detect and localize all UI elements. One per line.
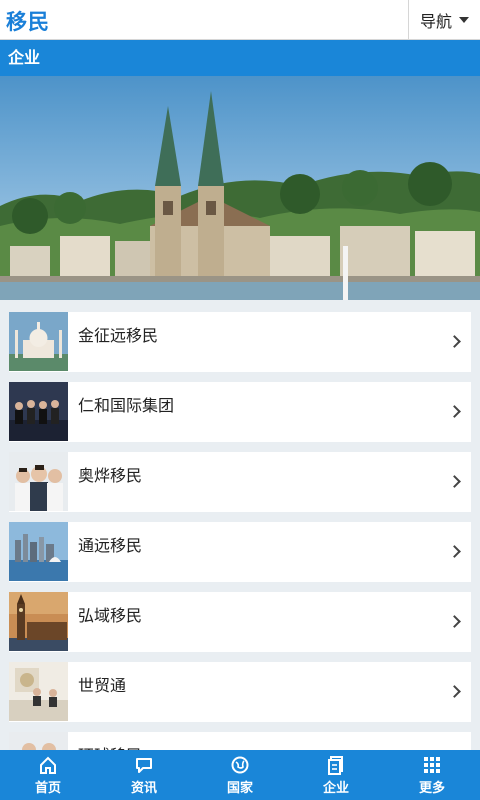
- list-item[interactable]: 环球移民: [9, 732, 471, 750]
- home-icon: [40, 756, 56, 774]
- item-title: 仁和国际集团: [78, 396, 175, 415]
- item-thumbnail: [9, 452, 68, 511]
- item-thumbnail: [9, 522, 68, 581]
- tab-document[interactable]: 企业: [288, 750, 384, 800]
- company-list: 金征远移民仁和国际集团奥烨移民通远移民弘域移民世贸通环球移民: [0, 300, 480, 750]
- item-thumbnail: [9, 732, 68, 750]
- item-thumbnail: [9, 662, 68, 721]
- item-thumbnail: [9, 312, 68, 371]
- tab-home[interactable]: 首页: [0, 750, 96, 800]
- chevron-right-icon: [448, 475, 461, 488]
- item-title: 金征远移民: [78, 326, 159, 345]
- banner-church-scene: [0, 76, 480, 300]
- chevron-right-icon: [448, 615, 461, 628]
- tab-label: 更多: [418, 780, 445, 796]
- tab-label: 国家: [226, 780, 253, 796]
- list-item[interactable]: 通远移民: [9, 522, 471, 582]
- item-thumbnail: [9, 592, 68, 651]
- list-item[interactable]: 金征远移民: [9, 312, 471, 372]
- bottom-tab-bar: 首页 资讯 国家 企业 更多: [0, 750, 480, 800]
- chevron-right-icon: [448, 405, 461, 418]
- tab-label: 资讯: [130, 780, 157, 796]
- tab-globe[interactable]: 国家: [192, 750, 288, 800]
- chevron-right-icon: [448, 685, 461, 698]
- list-item[interactable]: 世贸通: [9, 662, 471, 722]
- tab-label: 企业: [322, 780, 349, 796]
- section-title: 企业: [8, 48, 41, 67]
- banner-image[interactable]: [0, 76, 480, 300]
- item-title: 环球移民: [78, 742, 142, 750]
- item-title: 通远移民: [78, 536, 143, 555]
- nav-menu-button[interactable]: 导航: [408, 0, 480, 40]
- document-icon: [328, 755, 343, 775]
- list-item[interactable]: 奥烨移民: [9, 452, 471, 512]
- chevron-right-icon: [448, 335, 461, 348]
- tab-chat-bubble[interactable]: 资讯: [96, 750, 192, 800]
- section-title-bar: 企业: [0, 40, 480, 76]
- chat-bubble-icon: [136, 757, 152, 773]
- item-title: 弘域移民: [78, 606, 143, 625]
- item-thumbnail: [9, 382, 68, 441]
- tab-label: 首页: [34, 780, 61, 796]
- list-item[interactable]: 弘域移民: [9, 592, 471, 652]
- list-item[interactable]: 仁和国际集团: [9, 382, 471, 442]
- caret-down-icon: [459, 17, 469, 23]
- grid-icon: [424, 756, 440, 773]
- globe-icon: [231, 756, 249, 773]
- item-title: 世贸通: [78, 676, 127, 695]
- chevron-right-icon: [448, 545, 461, 558]
- top-bar: 移民 导航: [0, 0, 480, 40]
- app-logo[interactable]: 移民: [6, 6, 50, 36]
- nav-menu-label: 导航: [419, 12, 452, 31]
- item-title: 奥烨移民: [78, 466, 143, 485]
- tab-grid[interactable]: 更多: [384, 750, 480, 800]
